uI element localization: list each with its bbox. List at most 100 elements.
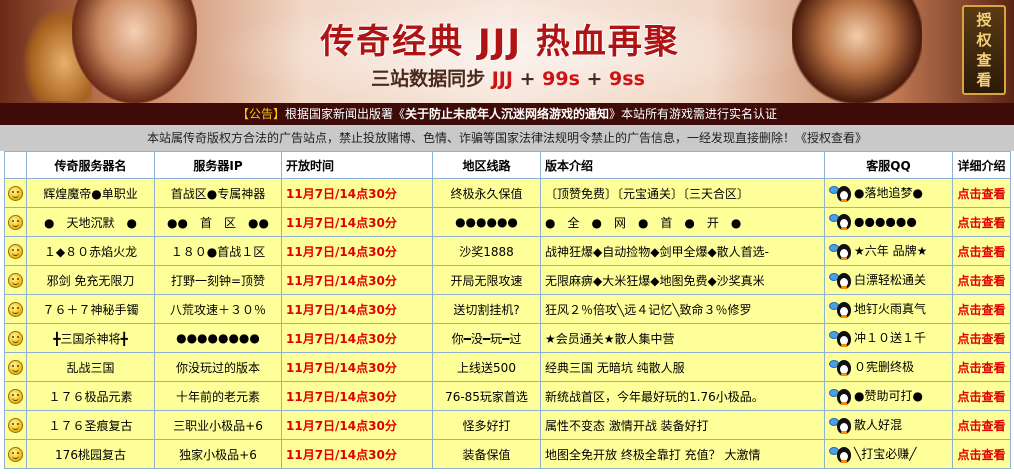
- service-qq-cell[interactable]: 白漂轻松通关: [824, 265, 953, 295]
- smiley-icon: [8, 243, 23, 259]
- banner-subtitle: 三站数据同步 JJJ + 99s + 9ss: [318, 64, 698, 91]
- service-qq-cell[interactable]: ╲打宝必赚╱: [824, 439, 953, 469]
- auth-view-button[interactable]: 授 权 查 看: [962, 5, 1006, 95]
- route-cell: ●●●●●●: [432, 207, 541, 237]
- server-name-cell[interactable]: ╋三国杀神将╋: [26, 323, 155, 353]
- qq-label: 冲１０送１千: [854, 331, 927, 346]
- qq-penguin-icon[interactable]: [829, 214, 851, 230]
- route-cell: 你━没━玩━过: [432, 323, 541, 353]
- server-name-cell[interactable]: 乱战三国: [26, 352, 155, 382]
- notice-doc-title: 关于防止未成年人沉迷网络游戏的通知: [405, 107, 610, 121]
- service-qq-cell[interactable]: ●落地追梦●: [824, 178, 953, 208]
- server-ip-cell: 十年前的老元素: [154, 381, 282, 411]
- qq-penguin-icon[interactable]: [829, 243, 851, 260]
- version-intro-cell: ★会员通关★散人集中营: [540, 323, 825, 353]
- route-cell: 上线送500: [432, 352, 541, 382]
- server-ip-cell: 你没玩过的版本: [154, 352, 282, 382]
- qq-penguin-icon[interactable]: [829, 185, 851, 202]
- row-marker-cell: [4, 236, 27, 266]
- service-qq-cell[interactable]: ０宪删终极: [824, 352, 953, 382]
- qq-penguin-icon[interactable]: [829, 359, 851, 376]
- server-name-cell[interactable]: ７６＋７神秘手镯: [26, 294, 155, 324]
- version-intro-cell: ● 全 ● 网 ● 首 ● 开 ●: [540, 207, 825, 237]
- auth-char-3: 查: [976, 51, 992, 69]
- version-intro-cell: 地图全免开放 终极全靠打 充值？ 大激情: [540, 439, 825, 469]
- smiley-icon: [8, 272, 23, 288]
- table-row: 乱战三国 你没玩过的版本 11月7日/14点30分 上线送500 经典三国 无暗坑 纯散…: [4, 352, 1011, 382]
- details-link[interactable]: 点击查看: [952, 294, 1011, 324]
- notice-tag: 【公告】: [236, 107, 285, 121]
- penguin-icon: [837, 214, 851, 230]
- server-name-cell[interactable]: １７６极品元素: [26, 381, 155, 411]
- table-row: １７６圣痕复古 三职业小极品+6 11月7日/14点30分 怪多好打 属性不变态 激情开…: [4, 410, 1011, 440]
- qq-penguin-icon[interactable]: [829, 330, 851, 347]
- server-ip-cell: 打野一刻钟=顶赞: [154, 265, 282, 295]
- server-name-cell[interactable]: ● 天地沉默 ●: [26, 207, 155, 237]
- open-time-cell: 11月7日/14点30分: [281, 294, 433, 324]
- details-link[interactable]: 点击查看: [952, 207, 1011, 237]
- smiley-icon: [8, 214, 23, 230]
- table-row: １７６极品元素 十年前的老元素 11月7日/14点30分 76-85玩家首选 新统战首区…: [4, 381, 1011, 411]
- version-intro-cell: 狂风２％倍攻╲远４记忆╲致命３％修罗: [540, 294, 825, 324]
- subtitle-site-a: JJJ: [491, 68, 513, 90]
- notice-text-before: 根据国家新闻出版署《: [284, 107, 405, 121]
- service-qq-cell[interactable]: ●赞助可打●: [824, 381, 953, 411]
- server-name-cell[interactable]: 辉煌魔帝●单职业: [26, 178, 155, 208]
- row-marker-cell: [4, 323, 27, 353]
- details-link[interactable]: 点击查看: [952, 265, 1011, 295]
- subtitle-plus-1: +: [519, 68, 536, 90]
- open-time-cell: 11月7日/14点30分: [281, 265, 433, 295]
- server-name-cell[interactable]: 176桃园复古: [26, 439, 155, 469]
- server-name-cell[interactable]: １７６圣痕复古: [26, 410, 155, 440]
- service-qq-cell[interactable]: ●●●●●●: [824, 207, 953, 237]
- route-cell: 装备保值: [432, 439, 541, 469]
- open-time-cell: 11月7日/14点30分: [281, 323, 433, 353]
- service-qq-cell[interactable]: 冲１０送１千: [824, 323, 953, 353]
- row-marker-cell: [4, 352, 27, 382]
- service-qq-cell[interactable]: ★六年 品牌★: [824, 236, 953, 266]
- penguin-icon: [837, 243, 851, 260]
- qq-penguin-icon[interactable]: [829, 417, 851, 434]
- server-name-cell[interactable]: 邪剑 免充无限刀: [26, 265, 155, 295]
- version-intro-cell: 无限麻痹◆大米狂爆◆地图免费◆沙奖真米: [540, 265, 825, 295]
- header-server-ip: 服务器IP: [154, 151, 282, 179]
- table-row: 176桃园复古 独家小极品+6 11月7日/14点30分 装备保值 地图全免开放 终极全…: [4, 439, 1011, 469]
- details-link[interactable]: 点击查看: [952, 323, 1011, 353]
- header-version-intro: 版本介绍: [540, 151, 825, 179]
- qq-penguin-icon[interactable]: [829, 388, 851, 405]
- server-ip-cell: 首战区●专属神器: [154, 178, 282, 208]
- table-row: １◆８０赤焰火龙 １８０●首战１区 11月7日/14点30分 沙奖1888 战神狂爆◆自…: [4, 236, 1011, 266]
- notice-text-after: 》本站所有游戏需进行实名认证: [609, 107, 778, 121]
- smiley-icon: [8, 417, 23, 433]
- header-marker: [4, 151, 27, 179]
- server-ip-cell: 独家小极品+6: [154, 439, 282, 469]
- details-link[interactable]: 点击查看: [952, 236, 1011, 266]
- subtitle-site-b: 99s: [542, 68, 580, 90]
- notice-bar: 【公告】根据国家新闻出版署《关于防止未成年人沉迷网络游戏的通知》本站所有游戏需进…: [0, 103, 1014, 125]
- smiley-icon: [8, 301, 23, 317]
- table-row: 辉煌魔帝●单职业 首战区●专属神器 11月7日/14点30分 终极永久保值 〔顶赞免费〕…: [4, 178, 1011, 208]
- qq-penguin-icon[interactable]: [829, 446, 851, 463]
- server-name-cell[interactable]: １◆８０赤焰火龙: [26, 236, 155, 266]
- service-qq-cell[interactable]: 地钉火雨真气: [824, 294, 953, 324]
- qq-label: 地钉火雨真气: [854, 302, 927, 317]
- header-open-time: 开放时间: [281, 151, 433, 179]
- route-cell: 76-85玩家首选: [432, 381, 541, 411]
- qq-penguin-icon[interactable]: [829, 272, 851, 289]
- qq-penguin-icon[interactable]: [829, 301, 851, 318]
- table-header-row: 传奇服务器名 服务器IP 开放时间 地区线路 版本介绍 客服QQ 详细介绍: [4, 151, 1011, 179]
- header-route: 地区线路: [432, 151, 541, 179]
- server-ip-cell: 三职业小极品+6: [154, 410, 282, 440]
- details-link[interactable]: 点击查看: [952, 410, 1011, 440]
- service-qq-cell[interactable]: 散人好混: [824, 410, 953, 440]
- banner-heroine-art: [72, 0, 197, 103]
- qq-label: ★六年 品牌★: [854, 244, 928, 259]
- details-link[interactable]: 点击查看: [952, 381, 1011, 411]
- details-link[interactable]: 点击查看: [952, 178, 1011, 208]
- server-table: 传奇服务器名 服务器IP 开放时间 地区线路 版本介绍 客服QQ 详细介绍 辉煌…: [4, 151, 1011, 469]
- qq-label: ●●●●●●: [854, 214, 917, 229]
- server-ip-cell: １８０●首战１区: [154, 236, 282, 266]
- open-time-cell: 11月7日/14点30分: [281, 381, 433, 411]
- details-link[interactable]: 点击查看: [952, 352, 1011, 382]
- details-link[interactable]: 点击查看: [952, 439, 1011, 469]
